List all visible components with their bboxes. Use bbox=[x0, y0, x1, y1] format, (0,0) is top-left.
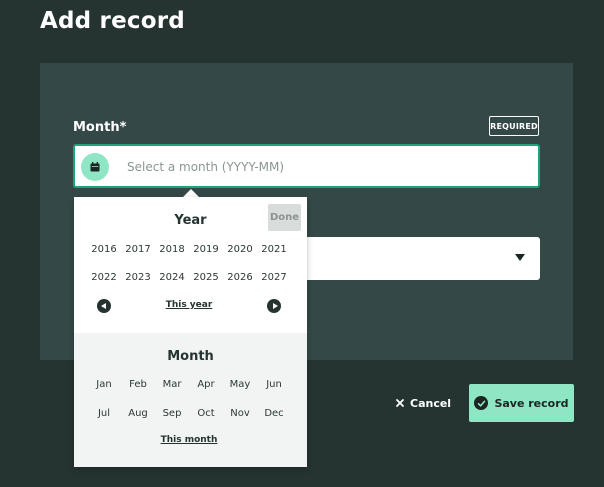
month-option[interactable]: Apr bbox=[188, 379, 224, 390]
month-field-label: Month* bbox=[73, 120, 127, 135]
month-option[interactable]: Dec bbox=[256, 408, 292, 419]
year-option[interactable]: 2021 bbox=[256, 244, 292, 255]
month-picker-popover: Done Year 2016 2017 2018 2019 2020 2021 … bbox=[74, 197, 307, 467]
month-option[interactable]: Nov bbox=[222, 408, 258, 419]
year-option[interactable]: 2022 bbox=[86, 272, 122, 283]
check-circle-icon bbox=[474, 396, 489, 410]
caret-down-icon[interactable] bbox=[515, 254, 525, 261]
year-option[interactable]: 2020 bbox=[222, 244, 258, 255]
year-option[interactable]: 2027 bbox=[256, 272, 292, 283]
year-option[interactable]: 2024 bbox=[154, 272, 190, 283]
month-option[interactable]: Jun bbox=[256, 379, 292, 390]
chevron-right-icon[interactable] bbox=[267, 299, 281, 313]
year-option[interactable]: 2026 bbox=[222, 272, 258, 283]
month-option[interactable]: Jul bbox=[86, 408, 122, 419]
save-record-button[interactable]: Save record bbox=[469, 384, 574, 422]
chevron-left-icon[interactable] bbox=[97, 299, 111, 313]
month-section-title: Month bbox=[167, 349, 214, 364]
month-option[interactable]: Feb bbox=[120, 379, 156, 390]
month-option[interactable]: Oct bbox=[188, 408, 224, 419]
year-option[interactable]: 2016 bbox=[86, 244, 122, 255]
month-input[interactable] bbox=[125, 156, 529, 178]
month-option[interactable]: Jan bbox=[86, 379, 122, 390]
year-option[interactable]: 2023 bbox=[120, 272, 156, 283]
secondary-select[interactable] bbox=[300, 237, 540, 280]
close-icon bbox=[396, 399, 404, 407]
month-option[interactable]: May bbox=[222, 379, 258, 390]
this-month-link[interactable]: This month bbox=[139, 435, 239, 445]
month-section: Month Jan Feb Mar Apr May Jun Jul Aug Se… bbox=[74, 333, 307, 467]
month-option[interactable]: Mar bbox=[154, 379, 190, 390]
required-badge: REQUIRED bbox=[489, 116, 539, 136]
cancel-button[interactable]: Cancel bbox=[396, 393, 451, 413]
popover-arrow bbox=[183, 189, 199, 197]
calendar-icon[interactable] bbox=[81, 153, 109, 181]
year-option[interactable]: 2019 bbox=[188, 244, 224, 255]
year-option[interactable]: 2017 bbox=[120, 244, 156, 255]
month-option[interactable]: Sep bbox=[154, 408, 190, 419]
year-option[interactable]: 2025 bbox=[188, 272, 224, 283]
month-option[interactable]: Aug bbox=[120, 408, 156, 419]
year-section-title: Year bbox=[174, 213, 207, 228]
year-option[interactable]: 2018 bbox=[154, 244, 190, 255]
cancel-label: Cancel bbox=[410, 396, 452, 410]
page-title: Add record bbox=[40, 8, 185, 34]
save-record-label: Save record bbox=[494, 396, 569, 410]
this-year-link[interactable]: This year bbox=[139, 300, 239, 310]
month-field[interactable] bbox=[73, 144, 540, 188]
